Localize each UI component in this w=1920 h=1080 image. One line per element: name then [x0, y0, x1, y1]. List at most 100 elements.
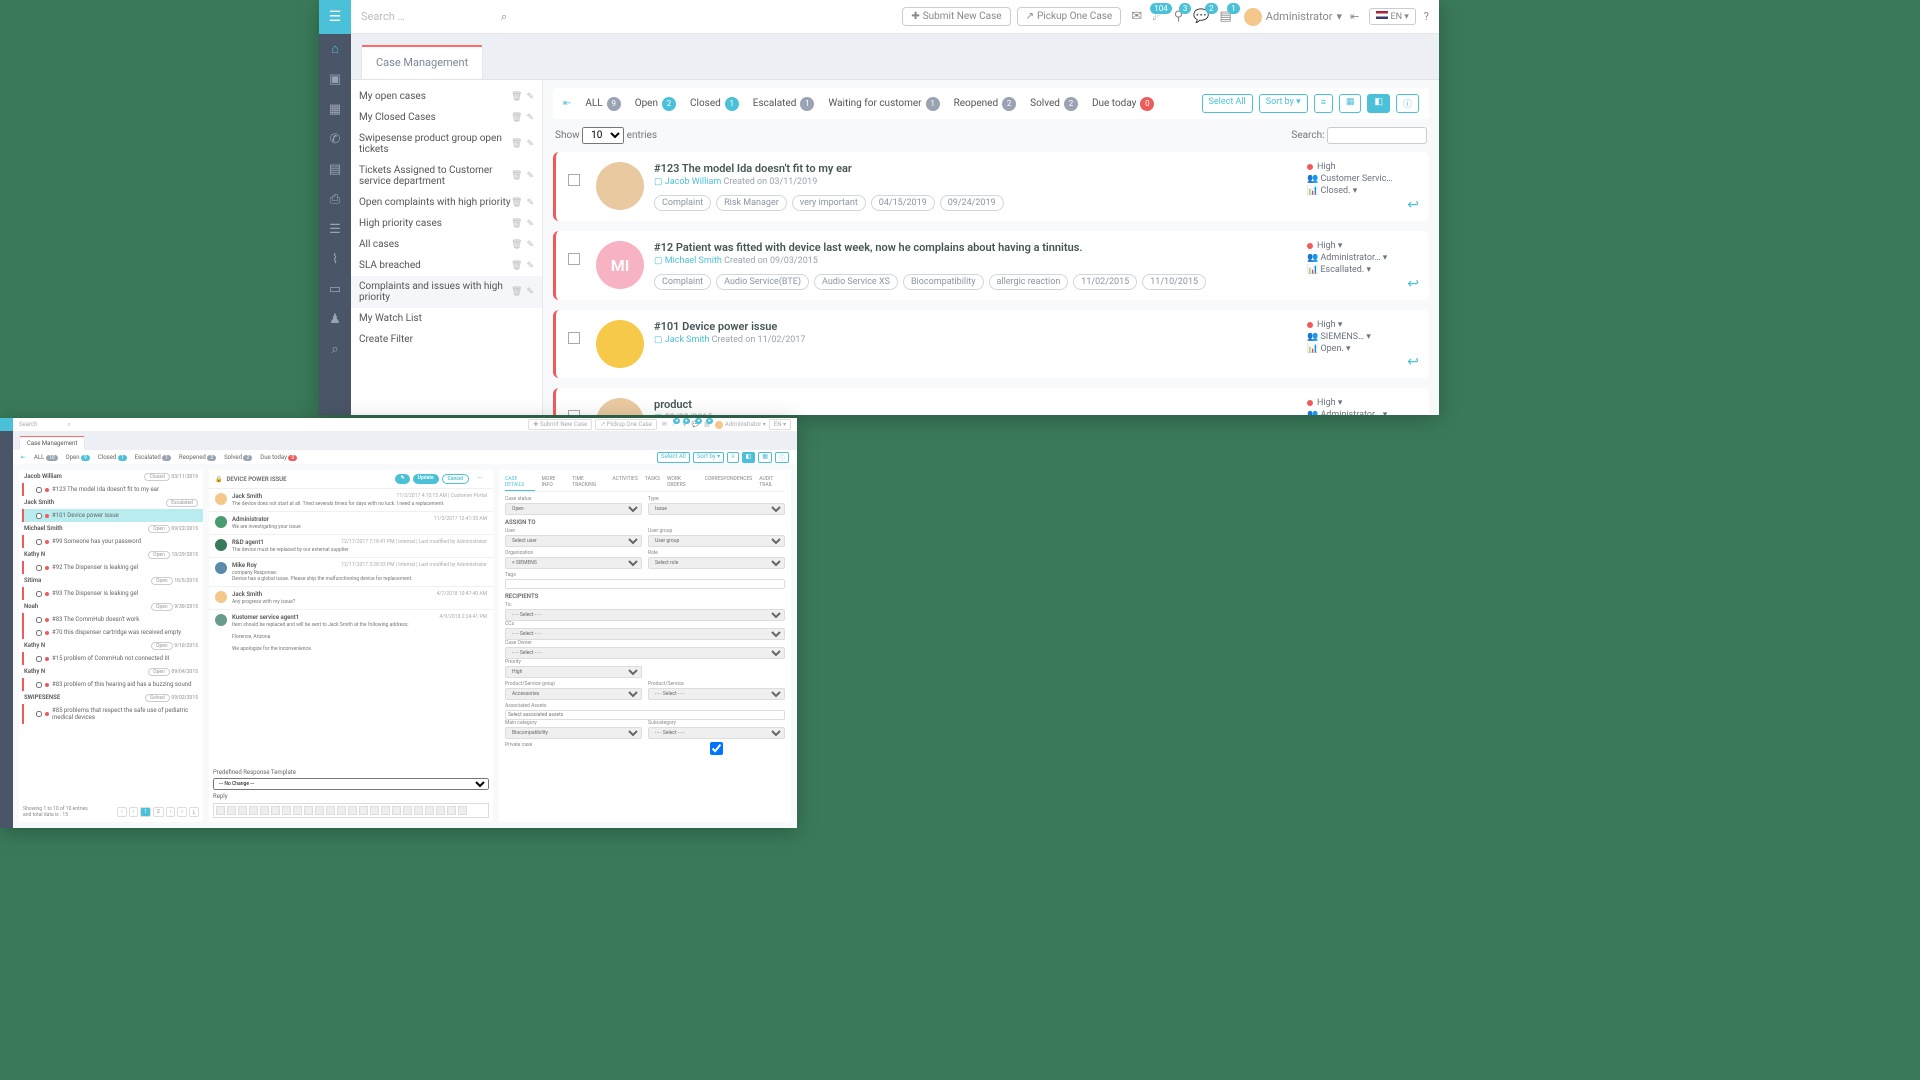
saved-filter-row[interactable]: SLA breached🗑✎ — [351, 255, 542, 276]
saved-filter-row[interactable]: My Watch List — [351, 308, 542, 329]
to-select[interactable]: - - - Select - - - — [505, 609, 785, 621]
status-filter[interactable]: Open 2 — [635, 97, 676, 111]
delete-icon[interactable]: 🗑 — [511, 198, 522, 208]
status-filter[interactable]: Solved 2 — [224, 454, 252, 461]
phone-icon[interactable]: ✆ — [319, 124, 351, 154]
delete-icon[interactable]: 🗑 — [511, 240, 522, 250]
org-select[interactable]: × SIEMENS — [505, 557, 642, 569]
tag[interactable]: Risk Manager — [716, 195, 787, 211]
edit-icon[interactable]: ✎ — [526, 139, 534, 149]
editor-toolbar[interactable] — [213, 803, 489, 818]
main-category-select[interactable]: Biocompatibility — [505, 727, 642, 739]
delete-icon[interactable]: 🗑 — [511, 287, 522, 297]
edit-icon[interactable]: ✎ — [526, 171, 534, 181]
tab-case-management[interactable]: Case Management — [19, 436, 85, 450]
case-card[interactable]: MI #12 Patient was fitted with device la… — [553, 231, 1429, 300]
bell-icon[interactable]: ☄● — [672, 421, 677, 428]
mail-icon[interactable]: ✉ — [662, 421, 667, 428]
delete-icon[interactable]: 🗑 — [511, 113, 522, 123]
case-card[interactable]: #101 Device power issue ▢ Jack Smith Cre… — [553, 310, 1429, 378]
form-tab[interactable]: CASE DETAILS — [505, 474, 535, 491]
select-all-button[interactable]: Select All — [1202, 94, 1253, 113]
form-tab[interactable]: ACTIVITIES — [612, 474, 637, 491]
case-row[interactable]: #101 Device power issue — [22, 509, 203, 522]
status-filter[interactable]: ALL 10 — [34, 454, 58, 461]
status-filter[interactable]: Reopened 2 — [954, 97, 1017, 111]
lang-selector[interactable]: EN ▾ — [769, 419, 791, 430]
logout-icon[interactable]: ⇤ — [1350, 10, 1359, 23]
edit-icon[interactable]: ✎ — [526, 113, 534, 123]
case-row[interactable]: #15 problem of CommHub not connected III — [22, 652, 203, 665]
link-icon[interactable]: ⚲3 — [1174, 9, 1184, 24]
status-filter[interactable]: Solved 2 — [1030, 97, 1078, 111]
form-tab[interactable]: AUDIT TRAIL — [759, 474, 785, 491]
case-status-select[interactable]: Open — [505, 503, 642, 515]
user-menu[interactable]: Administrator ▾ — [715, 421, 766, 429]
status-filter[interactable]: Reopened 3 — [179, 454, 216, 461]
saved-filter-row[interactable]: High priority cases🗑✎ — [351, 213, 542, 234]
submit-case-button[interactable]: ✚ Submit New Case — [528, 419, 592, 430]
update-button[interactable]: Update — [413, 474, 439, 484]
info-icon[interactable]: ⓘ — [775, 452, 789, 463]
view-compact-icon[interactable]: ◧ — [1367, 94, 1390, 113]
calendar-icon[interactable]: ▦ — [319, 94, 351, 124]
view-list-icon[interactable]: ≡ — [1314, 94, 1333, 113]
view-list-icon[interactable]: ≡ — [727, 452, 739, 463]
bell-icon[interactable]: ☄104 — [1152, 9, 1164, 24]
cancel-button[interactable]: Cancel — [442, 474, 469, 484]
edit-icon[interactable]: ✎ — [526, 287, 534, 297]
tag[interactable]: very important — [792, 195, 866, 211]
form-tab[interactable]: WORK ORDERS — [667, 474, 698, 491]
print-icon[interactable]: ⎙ — [319, 184, 351, 214]
sub-category-select[interactable]: - - - Select - - - — [648, 727, 785, 739]
case-row[interactable]: #93 The Dispenser is leaking gel — [22, 587, 203, 600]
tags-input[interactable] — [505, 579, 785, 589]
status-filter[interactable]: Escalated 1 — [135, 454, 171, 461]
role-select[interactable]: Select role — [648, 557, 785, 569]
status-filter[interactable]: Waiting for customer 1 — [828, 97, 939, 111]
saved-filter-row[interactable]: Open complaints with high priority🗑✎ — [351, 192, 542, 213]
tag[interactable]: Complaint — [654, 274, 711, 290]
help-icon[interactable]: ? — [1424, 10, 1429, 23]
form-tab[interactable]: TASKS — [645, 474, 660, 491]
case-row[interactable]: #92 The Dispenser is leaking gel — [22, 561, 203, 574]
book-icon[interactable]: ▤ — [319, 154, 351, 184]
chat-icon[interactable]: 💬● — [692, 421, 699, 428]
saved-filter-row[interactable]: Create Filter — [351, 329, 542, 350]
select-all-button[interactable]: Select All — [657, 452, 690, 463]
view-grid-icon[interactable]: ▦ — [758, 452, 772, 463]
form-tab[interactable]: MORE INFO — [542, 474, 566, 491]
cc-select[interactable]: - - - Select - - - — [505, 628, 785, 640]
edit-icon[interactable]: ✎ — [526, 219, 534, 229]
edit-icon[interactable]: ✎ — [526, 240, 534, 250]
status-filter[interactable]: ALL 9 — [585, 97, 620, 111]
edit-icon[interactable]: ✎ — [526, 261, 534, 271]
edit-button[interactable]: ✎ — [395, 474, 409, 484]
delete-icon[interactable]: 🗑 — [511, 92, 522, 102]
status-filter[interactable]: Closed 1 — [98, 454, 127, 461]
reply-icon[interactable]: ↩ — [1407, 354, 1419, 370]
edit-icon[interactable]: ✎ — [526, 92, 534, 102]
user-icon[interactable]: ♟ — [319, 304, 351, 334]
owner-select[interactable]: - - - Select - - - — [505, 647, 785, 659]
saved-filter-row[interactable]: Tickets Assigned to Customer service dep… — [351, 160, 542, 192]
sort-button[interactable]: Sort by ▾ — [1259, 94, 1308, 113]
status-filter[interactable]: Due today 0 — [260, 454, 297, 461]
status-filter[interactable]: Escalated 1 — [753, 97, 815, 111]
saved-filter-row[interactable]: My Closed Cases🗑✎ — [351, 107, 542, 128]
tag[interactable]: 11/02/2015 — [1073, 274, 1137, 290]
mail-icon[interactable]: ✉ — [1131, 9, 1142, 24]
search-icon[interactable]: ⌕ — [67, 421, 70, 429]
hamburger-icon[interactable] — [0, 418, 13, 431]
tab-case-management[interactable]: Case Management — [361, 45, 483, 79]
rss-icon[interactable]: ⌇ — [319, 244, 351, 274]
reply-icon[interactable]: ↩ — [1407, 276, 1419, 292]
checkbox[interactable] — [568, 410, 580, 415]
edit-icon[interactable]: ✎ — [526, 198, 534, 208]
status-filter[interactable]: Open 9 — [66, 454, 90, 461]
tag[interactable]: Complaint — [654, 195, 711, 211]
type-select[interactable]: Issue — [648, 503, 785, 515]
priority-select[interactable]: High — [505, 666, 642, 678]
saved-filter-row[interactable]: All cases🗑✎ — [351, 234, 542, 255]
clipboard-icon[interactable]: ▭ — [319, 274, 351, 304]
